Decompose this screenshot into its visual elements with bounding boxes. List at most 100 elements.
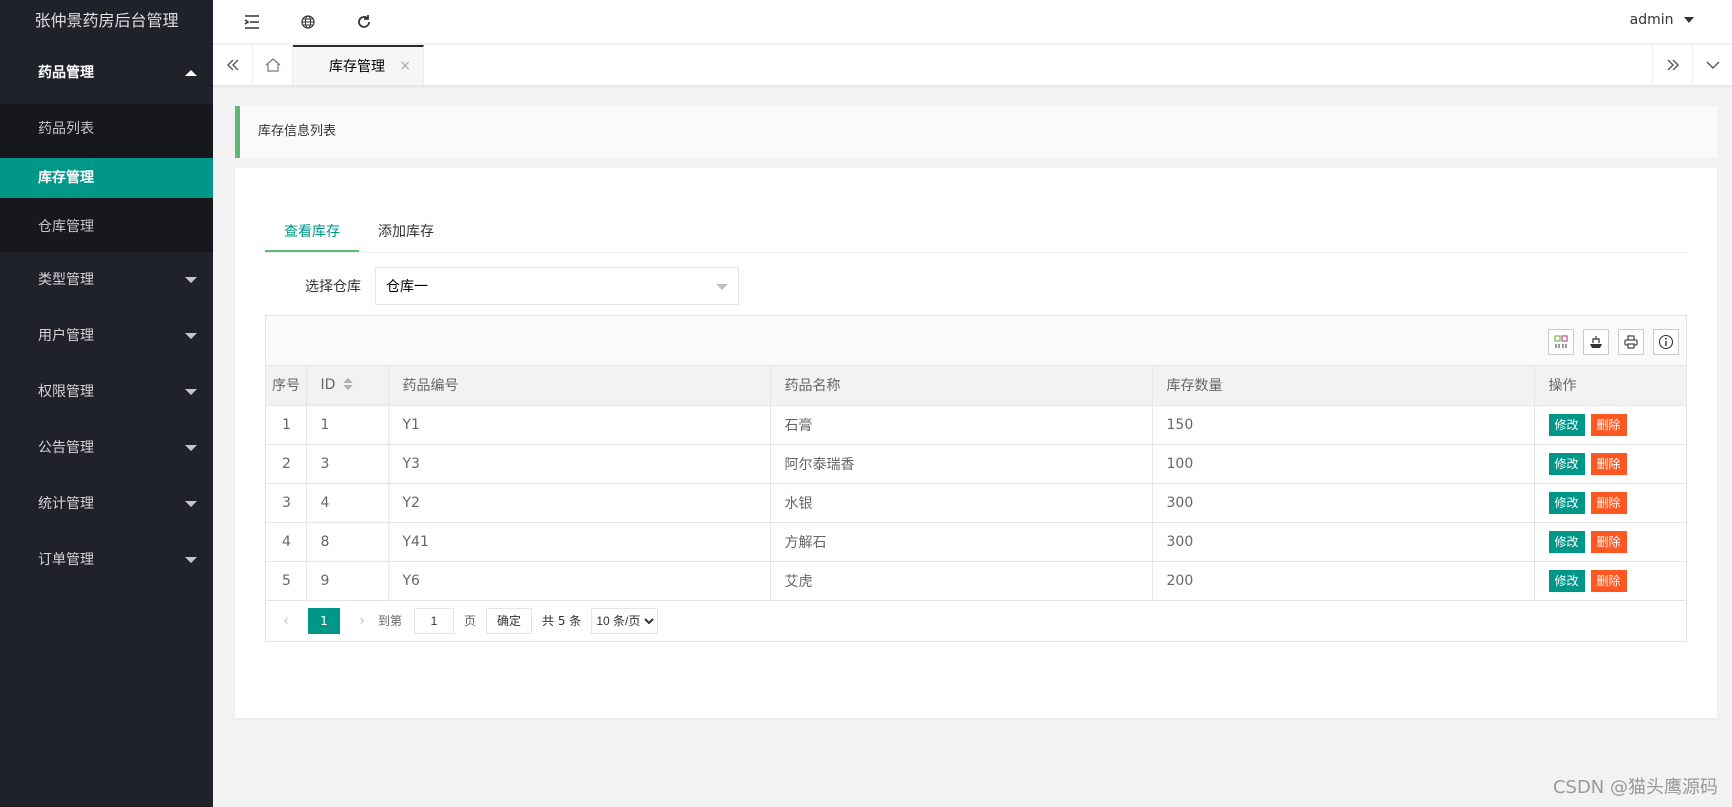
- sidebar-group-label: 权限管理: [38, 384, 94, 400]
- table-row: 3 4 Y2 水银 300 修改 删除: [266, 483, 1686, 523]
- tab-inventory[interactable]: 库存管理 ×: [293, 45, 424, 85]
- edit-button[interactable]: 修改: [1548, 530, 1585, 553]
- edit-button[interactable]: 修改: [1548, 452, 1585, 475]
- col-header-id-label: ID: [320, 377, 336, 394]
- delete-button[interactable]: 删除: [1590, 452, 1627, 475]
- tab-view-inventory[interactable]: 查看库存: [265, 213, 359, 252]
- table-row: 2 3 Y3 阿尔泰瑞香 100 修改 删除: [266, 444, 1686, 484]
- edit-button[interactable]: 修改: [1548, 413, 1585, 436]
- main-content: 库存信息列表 查看库存 添加库存 选择仓库 仓库一 序号 ID 药品编号 药品名…: [235, 106, 1717, 718]
- cell-actions: 修改 删除: [1534, 522, 1686, 562]
- globe-icon[interactable]: [296, 10, 320, 34]
- columns-filter-icon[interactable]: [1548, 329, 1574, 355]
- table-toolbar: [266, 316, 1686, 366]
- sidebar-group-label: 公告管理: [38, 440, 94, 456]
- cell-name: 方解石: [770, 522, 1153, 562]
- data-table: 序号 ID 药品编号 药品名称 库存数量 操作 1 1 Y1 石膏 150 修改…: [266, 366, 1686, 601]
- sidebar-subnav: 药品列表 库存管理 仓库管理: [0, 104, 213, 252]
- cell-stock: 300: [1152, 483, 1535, 523]
- user-menu[interactable]: admin: [1630, 12, 1694, 28]
- next-page-icon[interactable]: ›: [352, 613, 372, 629]
- cell-stock: 100: [1152, 444, 1535, 484]
- cell-stock: 150: [1152, 405, 1535, 445]
- home-icon[interactable]: [253, 45, 293, 85]
- tab-label: 库存管理: [329, 59, 385, 75]
- col-header-code: 药品编号: [388, 366, 771, 406]
- sidebar-group-notice[interactable]: 公告管理: [0, 420, 213, 476]
- delete-button[interactable]: 删除: [1590, 413, 1627, 436]
- cell-actions: 修改 删除: [1534, 444, 1686, 484]
- sidebar-group-type[interactable]: 类型管理: [0, 252, 213, 308]
- sidebar-group-label: 订单管理: [38, 552, 94, 568]
- delete-button[interactable]: 删除: [1590, 569, 1627, 592]
- cell-stock: 300: [1152, 522, 1535, 562]
- sidebar-group-medicine[interactable]: 药品管理: [0, 42, 213, 104]
- sidebar-group-stats[interactable]: 统计管理: [0, 476, 213, 532]
- print-icon[interactable]: [1618, 329, 1644, 355]
- warehouse-filter: 选择仓库 仓库一: [265, 267, 1687, 305]
- pagination: ‹ 1 › 到第 页 确定 共 5 条 10 条/页: [266, 601, 1686, 641]
- edit-button[interactable]: 修改: [1548, 569, 1585, 592]
- goto-label: 到第: [378, 614, 403, 628]
- watermark: CSDN @猫头鹰源码: [1552, 777, 1718, 798]
- cell-id: 4: [306, 483, 389, 523]
- edit-button[interactable]: 修改: [1548, 491, 1585, 514]
- sort-icon[interactable]: [343, 378, 354, 392]
- col-header-name: 药品名称: [770, 366, 1153, 406]
- cell-id: 8: [306, 522, 389, 562]
- page-label: 页: [464, 614, 477, 628]
- col-header-id[interactable]: ID: [306, 366, 389, 406]
- cell-actions: 修改 删除: [1534, 561, 1686, 601]
- sidebar-group-user[interactable]: 用户管理: [0, 308, 213, 364]
- caret-down-icon: [1684, 17, 1694, 23]
- chevron-down-icon: [185, 389, 197, 395]
- username: admin: [1629, 12, 1674, 28]
- scroll-right-icon[interactable]: [1652, 45, 1692, 85]
- sidebar-item-inventory[interactable]: 库存管理: [0, 158, 213, 198]
- sidebar-item-warehouse[interactable]: 仓库管理: [0, 202, 213, 252]
- goto-page-input[interactable]: [414, 607, 455, 634]
- section-title: 库存信息列表: [235, 106, 1717, 158]
- cell-stock: 200: [1152, 561, 1535, 601]
- refresh-icon[interactable]: [352, 10, 376, 34]
- menu-toggle-icon[interactable]: [240, 10, 264, 34]
- app-logo: 张仲景药房后台管理: [0, 0, 213, 42]
- confirm-page-button[interactable]: 确定: [486, 607, 533, 634]
- warehouse-select[interactable]: 仓库一: [375, 267, 739, 305]
- info-icon[interactable]: [1653, 329, 1679, 355]
- cell-code: Y1: [388, 405, 771, 445]
- cell-index: 3: [266, 483, 307, 523]
- sidebar-item-medicine-list[interactable]: 药品列表: [0, 104, 213, 154]
- scroll-left-icon[interactable]: [213, 45, 253, 85]
- chevron-down-icon: [185, 557, 197, 563]
- chevron-up-icon: [185, 70, 197, 76]
- delete-button[interactable]: 删除: [1590, 530, 1627, 553]
- chevron-down-icon: [185, 277, 197, 283]
- page-current[interactable]: 1: [308, 607, 340, 634]
- page-tabs-bar: 库存管理 ×: [213, 45, 1732, 86]
- export-icon[interactable]: [1583, 329, 1609, 355]
- chevron-down-icon: [185, 445, 197, 451]
- delete-button[interactable]: 删除: [1590, 491, 1627, 514]
- chevron-down-icon: [185, 333, 197, 339]
- sidebar-group-permission[interactable]: 权限管理: [0, 364, 213, 420]
- warehouse-label: 选择仓库: [305, 279, 361, 295]
- sidebar-group-label: 类型管理: [38, 272, 94, 288]
- col-header-index: 序号: [266, 366, 307, 406]
- cell-code: Y41: [388, 522, 771, 562]
- content-tabs: 查看库存 添加库存: [265, 213, 1687, 253]
- page-size-select[interactable]: 10 条/页: [591, 607, 659, 634]
- cell-name: 石膏: [770, 405, 1153, 445]
- cell-name: 阿尔泰瑞香: [770, 444, 1153, 484]
- cell-code: Y3: [388, 444, 771, 484]
- inventory-table: 序号 ID 药品编号 药品名称 库存数量 操作 1 1 Y1 石膏 150 修改…: [265, 315, 1687, 642]
- cell-actions: 修改 删除: [1534, 405, 1686, 445]
- tab-add-inventory[interactable]: 添加库存: [359, 213, 453, 252]
- prev-page-icon[interactable]: ‹: [276, 613, 296, 629]
- cell-index: 4: [266, 522, 307, 562]
- cell-id: 9: [306, 561, 389, 601]
- chevron-down-icon[interactable]: [1692, 45, 1732, 85]
- cell-name: 水银: [770, 483, 1153, 523]
- close-icon[interactable]: ×: [399, 58, 411, 74]
- sidebar-group-order[interactable]: 订单管理: [0, 532, 213, 588]
